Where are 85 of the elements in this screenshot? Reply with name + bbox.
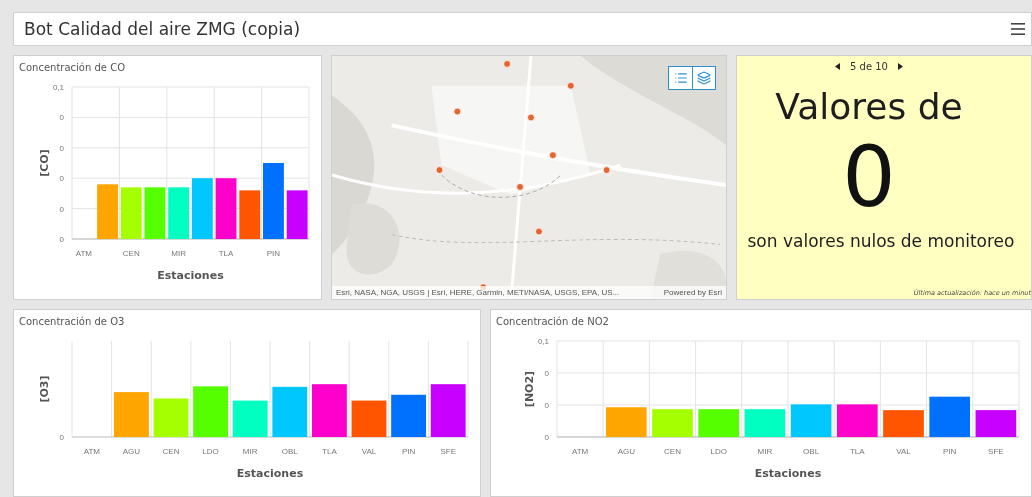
axis-tick-label: 0 — [544, 433, 549, 442]
bar — [153, 398, 189, 437]
axis-tick-label: SFE — [440, 447, 456, 456]
bar — [272, 386, 308, 437]
bar — [232, 400, 268, 437]
menu-icon[interactable] — [1011, 23, 1025, 35]
axis-tick-label: 0,1 — [52, 83, 64, 92]
axis-tick-label: SFE — [988, 447, 1004, 456]
axis-tick-label: OBL — [803, 447, 820, 456]
axis-tick-label: CEN — [664, 447, 681, 456]
bar — [929, 396, 971, 437]
bar — [191, 178, 213, 239]
powered-by-text: Powered by Esri — [663, 288, 722, 297]
axis-tick-label: AGU — [122, 447, 141, 456]
axis-title: Estaciones — [236, 467, 304, 480]
axis-tick-label: 0 — [544, 401, 549, 411]
indicator-bottom-text: son valores nulos de monitoreo — [747, 231, 1015, 251]
axis-tick-label: TLA — [322, 447, 337, 456]
axis-tick-label: 0 — [59, 113, 64, 123]
bar — [193, 386, 228, 437]
previous-button[interactable] — [833, 61, 842, 72]
bar — [790, 404, 832, 437]
axis-tick-label: 0 — [59, 433, 64, 442]
axis-tick-label: VAL — [361, 447, 377, 456]
bar — [120, 187, 142, 239]
attribution-text: Esri, NASA, NGA, USGS | Esri, HERE, Garmin, METI/NASA, USGS, EPA, US... — [336, 288, 620, 297]
bar — [215, 178, 237, 239]
bar — [168, 187, 190, 239]
axis-tick-label: 0 — [544, 368, 549, 378]
axis-title: Estaciones — [157, 269, 224, 282]
bar — [430, 384, 466, 437]
axis-tick-label: ATM — [75, 249, 92, 258]
bar — [114, 392, 149, 437]
bar — [605, 407, 647, 437]
axis-tick-label: LDO — [202, 447, 219, 456]
bar — [883, 410, 924, 437]
next-button[interactable] — [895, 61, 905, 72]
bar — [744, 409, 786, 437]
page-counter: 5 de 10 — [850, 61, 888, 72]
panel-title: Concentración de NO2 — [495, 315, 610, 327]
axis-tick-label: 0 — [59, 174, 64, 184]
axis-tick-label: MIR — [757, 447, 773, 456]
axis-tick-label: AGU — [617, 447, 635, 456]
bar — [698, 409, 740, 437]
panel-title: Concentración de CO — [18, 61, 127, 73]
bar — [312, 384, 347, 437]
axis-tick-label: VAL — [896, 447, 911, 456]
bar — [239, 190, 261, 239]
axis-title: [O3] — [38, 375, 51, 403]
axis-tick-label: PIN — [401, 447, 416, 456]
indicator-value: 0 — [842, 135, 896, 219]
axis-title: [NO2] — [523, 370, 536, 408]
axis-title: [CO] — [38, 149, 51, 177]
axis-tick-label: LDO — [710, 447, 727, 456]
axis-tick-label: PIN — [266, 249, 281, 258]
axis-tick-label: 0 — [59, 204, 64, 214]
layers-icon — [697, 71, 711, 85]
axis-tick-label: ATM — [571, 447, 589, 456]
axis-tick-label: ATM — [83, 447, 100, 456]
caret-left-icon — [835, 63, 840, 70]
axis-tick-label: CEN — [162, 447, 180, 456]
bar — [97, 184, 118, 239]
bar — [144, 187, 166, 239]
axis-tick-label: CEN — [122, 249, 140, 258]
axis-tick-label: MIR — [242, 447, 258, 456]
bar — [836, 404, 878, 437]
indicator-top-text: Valores de — [775, 86, 963, 127]
axis-title: Estaciones — [754, 467, 822, 480]
axis-tick-label: MIR — [171, 249, 186, 258]
axis-tick-label: PIN — [943, 447, 957, 456]
axis-tick-label: OBL — [281, 447, 298, 456]
caret-right-icon — [897, 63, 903, 70]
bar — [652, 409, 693, 437]
bar — [286, 190, 308, 239]
axis-tick-label: 0 — [59, 143, 64, 153]
panel-title: Concentración de O3 — [18, 315, 126, 327]
axis-tick-label: TLA — [218, 249, 234, 258]
dashboard-title: Bot Calidad del aire ZMG (copia) — [24, 19, 301, 39]
axis-tick-label: 0 — [59, 235, 64, 244]
list-icon — [673, 71, 688, 85]
bar — [391, 394, 426, 437]
bar — [351, 400, 387, 437]
axis-tick-label: TLA — [849, 447, 865, 456]
bar — [975, 410, 1017, 437]
axis-tick-label: 0,1 — [537, 337, 549, 346]
